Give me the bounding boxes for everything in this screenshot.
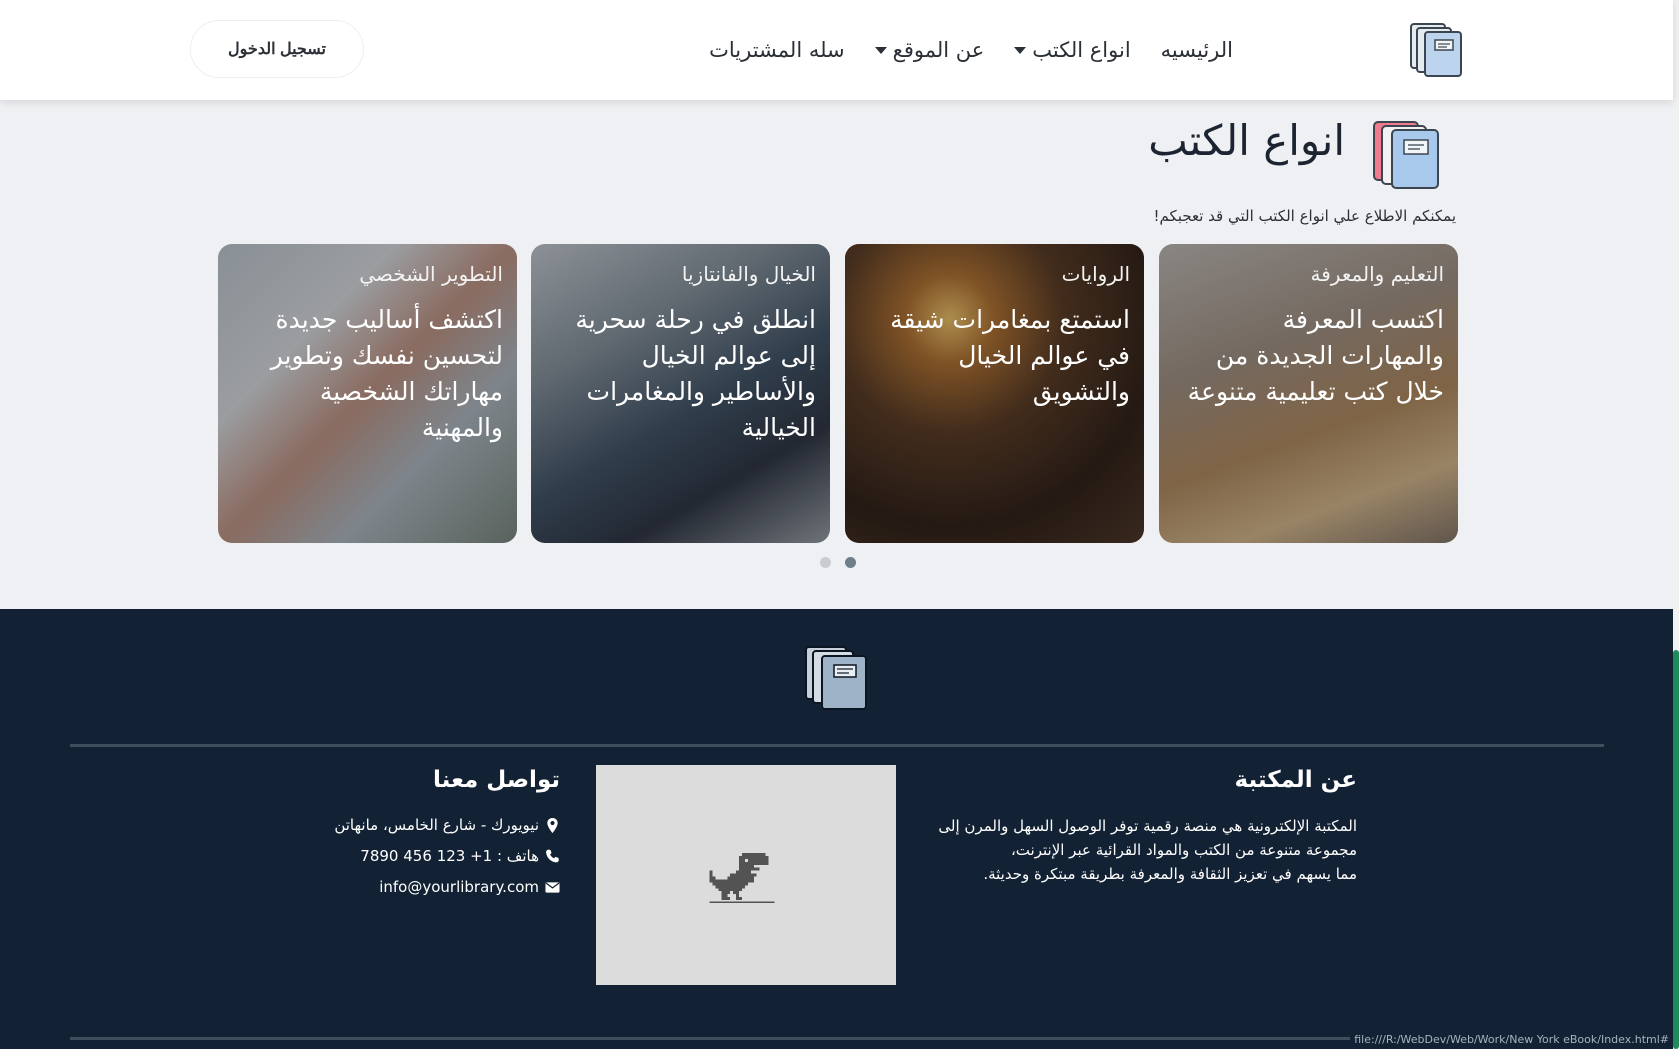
section-title: انواع الكتب: [1148, 116, 1345, 165]
category-card-education[interactable]: التعليم والمعرفة اكتسب المعرفة والمهارات…: [1159, 244, 1458, 543]
card-category: التطوير الشخصي: [359, 262, 503, 286]
card-category: الخيال والفانتازيا: [681, 262, 816, 286]
nav-item-about[interactable]: عن الموقع: [874, 38, 985, 62]
carousel-dot[interactable]: [820, 557, 831, 568]
card-description: استمتع بمغامرات شيقة في عوالم الخيال وال…: [890, 305, 1130, 406]
contact-address: نيويورك - شارع الخامس، مانهاتن: [334, 816, 560, 834]
navbar: الرئيسيه انواع الكتب عن الموقع سله المشت…: [0, 0, 1673, 100]
footer-divider: [70, 744, 1604, 747]
books-color-icon: [1373, 121, 1439, 189]
carousel-pagination: [820, 557, 856, 568]
login-button[interactable]: تسجيل الدخول: [190, 20, 364, 78]
nav-item-cart[interactable]: سله المشتريات: [709, 38, 845, 62]
footer: عن المكتبة المكتبة الإلكترونية هي منصة ر…: [0, 609, 1673, 1049]
contact-phone[interactable]: هاتف : 1+ 123 456 7890: [334, 847, 560, 865]
nav-item-label: الرئيسيه: [1160, 38, 1233, 62]
contact-title: تواصل معنا: [433, 767, 560, 793]
category-card-fantasy[interactable]: الخيال والفانتازيا انطلق في رحلة سحرية إ…: [531, 244, 830, 543]
card-description: اكتسب المعرفة والمهارات الجديدة من خلال …: [1187, 305, 1444, 406]
contact-list: نيويورك - شارع الخامس، مانهاتن هاتف : 1+…: [334, 816, 560, 896]
nav-item-home[interactable]: الرئيسيه: [1161, 38, 1233, 62]
card-description: انطلق في رحلة سحرية إلى عوالم الخيال وال…: [575, 305, 816, 442]
section-subtitle: يمكنكم الاطلاع علي انواع الكتب التي قد ت…: [1153, 207, 1456, 225]
caret-down-icon: [874, 46, 887, 54]
card-description: اكتشف أساليب جديدة لتحسين نفسك وتطوير مه…: [270, 305, 503, 442]
nav-item-label: عن الموقع: [892, 38, 985, 62]
nav-item-label: انواع الكتب: [1032, 38, 1131, 62]
envelope-icon: [545, 881, 560, 893]
about-title: عن المكتبة: [1234, 767, 1357, 793]
books-icon[interactable]: [1407, 20, 1467, 80]
books-icon: [805, 646, 867, 710]
card-category: الروايات: [1061, 262, 1130, 286]
card-category: التعليم والمعرفة: [1310, 262, 1445, 286]
nav-item-book-types[interactable]: انواع الكتب: [1014, 38, 1131, 62]
phone-icon: [546, 849, 559, 862]
category-card-novels[interactable]: الروايات استمتع بمغامرات شيقة في عوالم ا…: [845, 244, 1144, 543]
map-embed[interactable]: [596, 765, 896, 985]
category-card-self-development[interactable]: التطوير الشخصي اكتشف أساليب جديدة لتحسين…: [218, 244, 517, 543]
status-bar-url: file:///R:/WebDev/Web/Work/New York eBoo…: [1350, 1031, 1673, 1049]
nav-item-label: سله المشتريات: [709, 38, 845, 62]
map-marker-icon: [547, 817, 558, 833]
contact-email[interactable]: info@yourlibrary.com: [334, 878, 560, 896]
offline-dino-icon: [709, 853, 775, 903]
about-text: المكتبة الإلكترونية هي منصة رقمية توفر ا…: [938, 817, 1357, 883]
scrollbar[interactable]: [1673, 0, 1679, 1049]
caret-down-icon: [1014, 46, 1027, 54]
scrollbar-thumb[interactable]: [1673, 650, 1679, 1049]
carousel-dot-active[interactable]: [845, 557, 856, 568]
main-nav: الرئيسيه انواع الكتب عن الموقع سله المشت…: [709, 0, 1233, 100]
